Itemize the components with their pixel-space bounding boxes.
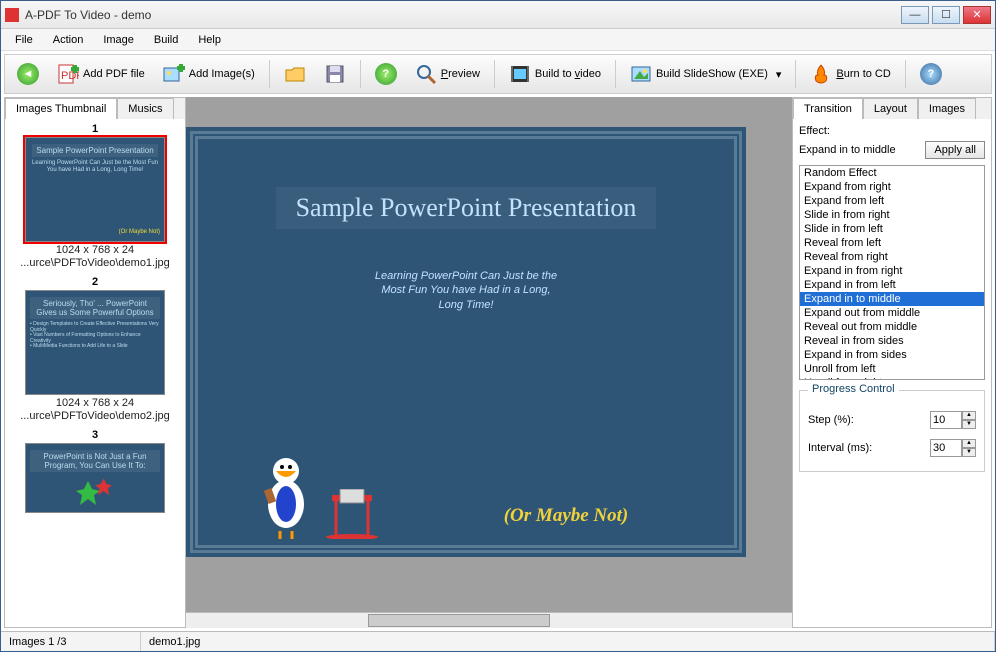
- effect-item[interactable]: Expand out from middle: [800, 306, 984, 320]
- help-button[interactable]: ?: [914, 59, 948, 89]
- thumbnail-1[interactable]: 1 Sample PowerPoint Presentation Learnin…: [9, 123, 181, 270]
- thumbnail-image: Seriously, Tho' ... PowerPoint Gives us …: [25, 290, 165, 395]
- slide-title: Sample PowerPoint Presentation: [296, 193, 637, 223]
- maximize-button[interactable]: ☐: [932, 6, 960, 24]
- arrow-left-icon: ◄: [17, 63, 39, 85]
- interval-spinner[interactable]: ▲▼: [962, 439, 976, 457]
- preview-area: Sample PowerPoint Presentation Learning …: [186, 97, 792, 628]
- effect-item[interactable]: Slide in from left: [800, 222, 984, 236]
- pdf-icon: PDF: [57, 63, 79, 85]
- add-images-button[interactable]: Add Image(s): [157, 59, 261, 89]
- floppy-icon: [324, 63, 346, 85]
- effect-item[interactable]: Expand from left: [800, 194, 984, 208]
- effect-item[interactable]: Reveal in from sides: [800, 334, 984, 348]
- magnifier-icon: [415, 63, 437, 85]
- effect-item[interactable]: Expand in from sides: [800, 348, 984, 362]
- effects-listbox[interactable]: Random EffectExpand from rightExpand fro…: [799, 165, 985, 380]
- effect-item[interactable]: Random Effect: [800, 166, 984, 180]
- horizontal-scrollbar[interactable]: [186, 612, 792, 628]
- thumbnails-panel: Images Thumbnail Musics 1 Sample PowerPo…: [4, 97, 186, 628]
- effect-item[interactable]: Unroll from right: [800, 376, 984, 380]
- effect-item[interactable]: Expand in to middle: [800, 292, 984, 306]
- thumbnail-3[interactable]: 3 PowerPoint is Not Just a Fun Program, …: [9, 429, 181, 513]
- preview-button[interactable]: Preview: [409, 59, 486, 89]
- step-input[interactable]: [930, 411, 962, 429]
- tab-thumbnails[interactable]: Images Thumbnail: [5, 98, 117, 119]
- menu-build[interactable]: Build: [144, 31, 188, 49]
- app-icon: [5, 8, 19, 22]
- open-folder-button[interactable]: [278, 59, 312, 89]
- back-button[interactable]: ◄: [11, 59, 45, 89]
- build-slideshow-label: Build SlideShow (EXE): [656, 68, 768, 80]
- build-slideshow-button[interactable]: Build SlideShow (EXE) ▾: [624, 59, 787, 89]
- slide-footer: (Or Maybe Not): [504, 505, 629, 527]
- properties-panel: Transition Layout Images Effect: Expand …: [792, 97, 992, 628]
- menu-help[interactable]: Help: [188, 31, 231, 49]
- status-count: Images 1 /3: [1, 632, 141, 651]
- add-pdf-label: Add PDF file: [83, 68, 145, 80]
- tab-musics[interactable]: Musics: [117, 98, 173, 119]
- menubar: File Action Image Build Help: [1, 29, 995, 51]
- add-images-label: Add Image(s): [189, 68, 255, 80]
- thumbnails-list[interactable]: 1 Sample PowerPoint Presentation Learnin…: [5, 119, 185, 627]
- step-label: Step (%):: [808, 414, 922, 426]
- menu-file[interactable]: File: [5, 31, 43, 49]
- interval-input[interactable]: [930, 439, 962, 457]
- thumbnail-image: Sample PowerPoint Presentation Learning …: [25, 137, 165, 242]
- effect-item[interactable]: Expand in from left: [800, 278, 984, 292]
- thumbnail-image: PowerPoint is Not Just a Fun Program, Yo…: [25, 443, 165, 513]
- help-circle-icon: ?: [375, 63, 397, 85]
- save-button[interactable]: [318, 59, 352, 89]
- film-icon: [509, 63, 531, 85]
- close-button[interactable]: ✕: [963, 6, 991, 24]
- folder-open-icon: [284, 63, 306, 85]
- menu-action[interactable]: Action: [43, 31, 94, 49]
- status-file: demo1.jpg: [141, 632, 995, 651]
- step-spinner[interactable]: ▲▼: [962, 411, 976, 429]
- image-plus-icon: [163, 63, 185, 85]
- minimize-button[interactable]: —: [901, 6, 929, 24]
- effect-item[interactable]: Reveal from left: [800, 236, 984, 250]
- burn-cd-button[interactable]: Burn to CD: [804, 59, 896, 89]
- effect-item[interactable]: Reveal out from middle: [800, 320, 984, 334]
- effect-item[interactable]: Expand in from right: [800, 264, 984, 278]
- tab-layout[interactable]: Layout: [863, 98, 918, 119]
- statusbar: Images 1 /3 demo1.jpg: [1, 631, 995, 651]
- build-video-button[interactable]: Build to video: [503, 59, 607, 89]
- interval-label: Interval (ms):: [808, 442, 922, 454]
- current-effect: Expand in to middle: [799, 144, 921, 156]
- effect-item[interactable]: Expand from right: [800, 180, 984, 194]
- slide-preview: Sample PowerPoint Presentation Learning …: [186, 127, 746, 557]
- effect-item[interactable]: Reveal from right: [800, 250, 984, 264]
- thumbnail-2[interactable]: 2 Seriously, Tho' ... PowerPoint Gives u…: [9, 276, 181, 423]
- progress-control-group: Progress Control Step (%): ▲▼ Interval (…: [799, 390, 985, 472]
- picture-icon: [630, 63, 652, 85]
- tab-transition[interactable]: Transition: [793, 98, 863, 119]
- preview-label: review: [448, 68, 480, 80]
- add-pdf-button[interactable]: PDF Add PDF file: [51, 59, 151, 89]
- tab-images[interactable]: Images: [918, 98, 976, 119]
- toolbar: ◄ PDF Add PDF file Add Image(s) ? Previe…: [4, 54, 992, 94]
- dropdown-icon: ▾: [776, 68, 782, 81]
- window-title: A-PDF To Video - demo: [25, 8, 901, 22]
- help-icon: ?: [920, 63, 942, 85]
- titlebar: A-PDF To Video - demo — ☐ ✕: [1, 1, 995, 29]
- help-circle-button[interactable]: ?: [369, 59, 403, 89]
- slide-clipart: [256, 449, 382, 539]
- effect-item[interactable]: Unroll from left: [800, 362, 984, 376]
- apply-all-button[interactable]: Apply all: [925, 141, 985, 159]
- menu-image[interactable]: Image: [93, 31, 144, 49]
- progress-legend: Progress Control: [808, 383, 899, 395]
- flame-icon: [810, 63, 832, 85]
- effect-label: Effect:: [793, 119, 991, 139]
- effect-item[interactable]: Slide in from right: [800, 208, 984, 222]
